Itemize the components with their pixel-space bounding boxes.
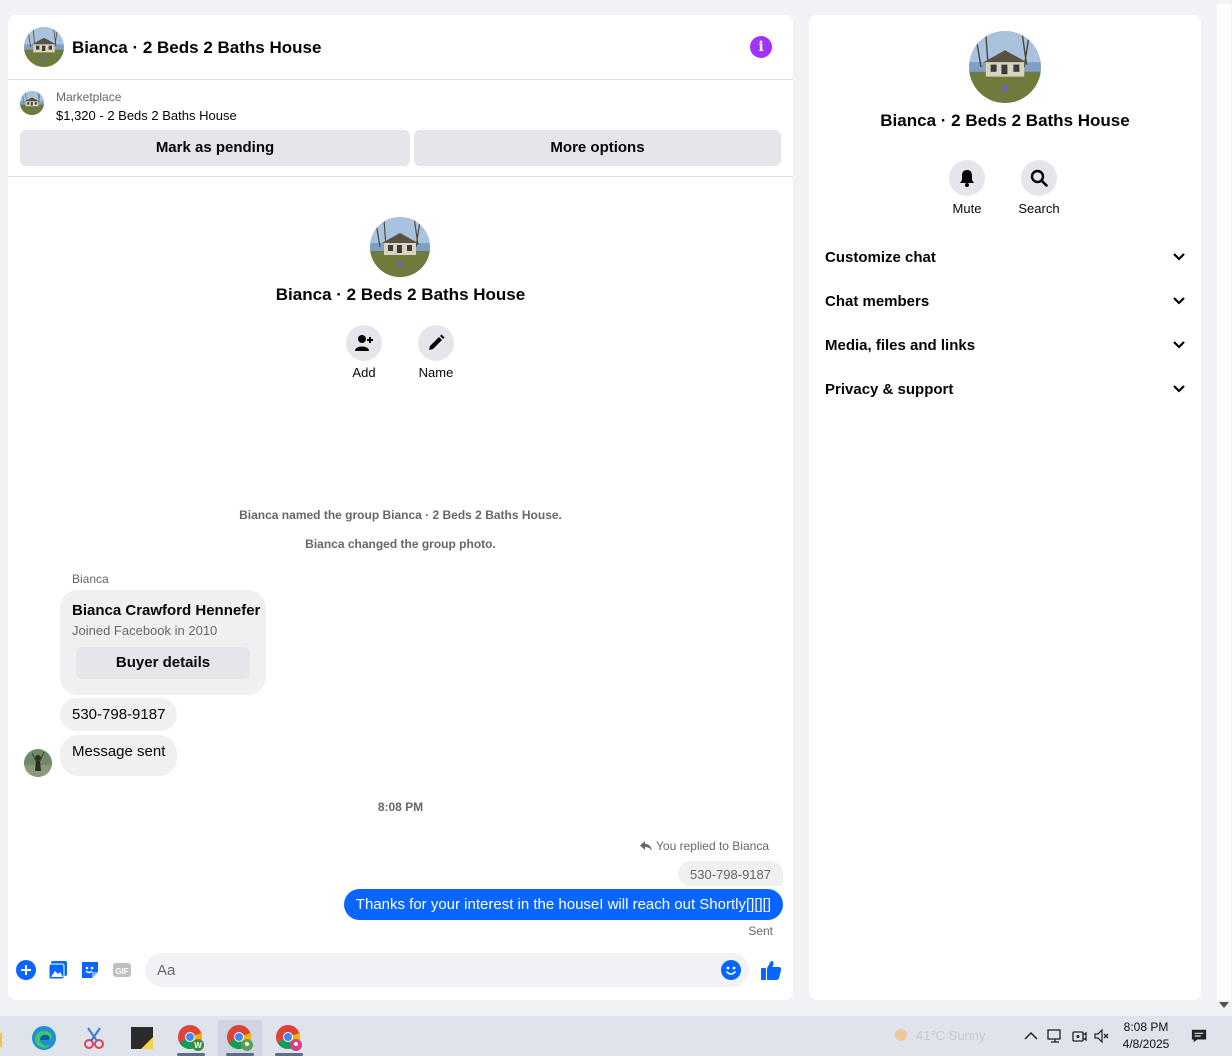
group-intro-name: Bianca · 2 Beds 2 Baths House: [275, 285, 526, 304]
chrome-profile-active-icon[interactable]: [218, 1020, 262, 1056]
add-person-icon: [355, 335, 373, 351]
marketplace-listing-bar: Marketplace $1,320 - 2 Beds 2 Baths Hous…: [8, 80, 793, 177]
section-label: Chat members: [825, 292, 930, 310]
section-media-files-links[interactable]: Media, files and links: [809, 325, 1201, 365]
clock-date: 4/8/2025: [1122, 1037, 1170, 1051]
sent-status: Sent: [748, 924, 773, 938]
replied-to-text: You replied to Bianca: [656, 839, 769, 853]
edge-browser-icon[interactable]: [22, 1020, 66, 1056]
chrome-profile-pink-icon[interactable]: [267, 1020, 311, 1056]
section-chat-members[interactable]: Chat members: [809, 281, 1201, 321]
group-avatar[interactable]: [24, 27, 64, 67]
weather-widget[interactable]: 41°C Sunny: [892, 1026, 986, 1044]
emoji-icon[interactable]: [721, 960, 741, 980]
add-people-button[interactable]: [346, 325, 382, 361]
message-timestamp: 8:08 PM: [377, 800, 424, 814]
info-icon[interactable]: i: [750, 36, 772, 58]
notifications-icon[interactable]: [1191, 1028, 1207, 1044]
buyer-profile-card: Bianca Crawford Hennefer Joined Facebook…: [60, 590, 266, 695]
details-panel: Bianca · 2 Beds 2 Baths House Mute Searc…: [809, 15, 1201, 1000]
group-intro-avatar: [370, 217, 430, 277]
mute-label: Mute: [952, 201, 982, 216]
chevron-down-icon: [1173, 385, 1185, 393]
sticker-icon[interactable]: [80, 960, 100, 980]
scrollbar-thumb[interactable]: [1217, 4, 1231, 1000]
svg-text:W: W: [194, 1041, 202, 1050]
mute-button[interactable]: [949, 160, 985, 196]
thumbs-up-icon[interactable]: [760, 959, 782, 981]
system-message: Bianca named the group Bianca · 2 Beds 2…: [239, 508, 562, 522]
section-customize-chat[interactable]: Customize chat: [809, 237, 1201, 277]
chevron-down-icon: [1173, 253, 1185, 261]
message-input[interactable]: [145, 953, 749, 987]
bell-icon: [960, 170, 974, 187]
quoted-message[interactable]: 530-798-9187: [678, 861, 783, 886]
photo-icon[interactable]: [48, 960, 68, 980]
volume-muted-icon[interactable]: [1094, 1028, 1110, 1044]
search-icon: [1030, 169, 1048, 187]
weather-text: 41°C Sunny: [916, 1027, 986, 1043]
details-avatar[interactable]: [969, 31, 1041, 103]
listing-label: Marketplace: [56, 90, 122, 104]
name-label: Name: [418, 365, 454, 380]
reply-arrow-icon: [640, 841, 653, 851]
pencil-icon: [429, 334, 445, 350]
scroll-down-arrow-icon[interactable]: [1219, 1002, 1229, 1008]
mark-as-pending-button[interactable]: Mark as pending: [20, 130, 410, 166]
system-clock[interactable]: 8:08 PM 4/8/2025: [1116, 1019, 1176, 1053]
clock-time: 8:08 PM: [1123, 1020, 1169, 1034]
chat-title[interactable]: Bianca · 2 Beds 2 Baths House: [72, 38, 321, 58]
section-privacy-support[interactable]: Privacy & support: [809, 369, 1201, 409]
sender-name: Bianca: [72, 572, 109, 586]
windows-taskbar: W 41°C Sunny 8:08 PM 4/8/2025: [0, 1016, 1232, 1056]
incoming-message-bubble[interactable]: Message sent: [60, 735, 178, 776]
message-composer: GIF: [8, 950, 793, 990]
incoming-message-bubble[interactable]: 530-798-9187: [60, 698, 178, 731]
chrome-profile-w-icon[interactable]: W: [169, 1020, 213, 1056]
details-title: Bianca · 2 Beds 2 Baths House: [880, 111, 1130, 130]
network-icon[interactable]: [1047, 1028, 1063, 1044]
listing-price-title[interactable]: $1,320 - 2 Beds 2 Baths House: [56, 108, 237, 123]
section-label: Media, files and links: [825, 336, 976, 354]
chevron-down-icon: [1173, 297, 1185, 305]
edit-name-button[interactable]: [418, 325, 454, 361]
search-button[interactable]: [1021, 160, 1057, 196]
listing-thumbnail[interactable]: [20, 91, 44, 115]
chevron-down-icon: [1173, 341, 1185, 349]
camera-privacy-icon[interactable]: [1071, 1028, 1087, 1044]
buyer-profile-joined: Joined Facebook in 2010: [72, 623, 218, 638]
system-message: Bianca changed the group photo.: [305, 537, 496, 551]
section-label: Privacy & support: [825, 380, 954, 398]
more-options-button[interactable]: More options: [414, 130, 781, 166]
bianca-avatar[interactable]: [24, 749, 52, 777]
buyer-details-button[interactable]: Buyer details: [76, 647, 250, 679]
file-explorer-icon[interactable]: [0, 1020, 10, 1056]
snipping-tool-icon[interactable]: [72, 1020, 116, 1056]
section-label: Customize chat: [825, 248, 936, 266]
plus-icon[interactable]: [16, 960, 36, 980]
add-label: Add: [352, 365, 376, 380]
search-label: Search: [1018, 201, 1060, 216]
replied-to-indicator: You replied to Bianca: [640, 839, 769, 853]
svg-text:GIF: GIF: [115, 967, 128, 976]
buyer-profile-name[interactable]: Bianca Crawford Hennefer: [72, 602, 260, 619]
outgoing-message-bubble[interactable]: Thanks for your interest in the houseI w…: [343, 889, 783, 920]
chat-header: Bianca · 2 Beds 2 Baths House i: [8, 15, 793, 80]
gif-icon[interactable]: GIF: [112, 960, 132, 980]
sticky-notes-icon[interactable]: [120, 1020, 164, 1056]
chat-panel: Bianca · 2 Beds 2 Baths House i Marketpl…: [8, 15, 793, 1000]
chevron-up-icon[interactable]: [1023, 1028, 1039, 1044]
sun-icon: [895, 1029, 907, 1041]
